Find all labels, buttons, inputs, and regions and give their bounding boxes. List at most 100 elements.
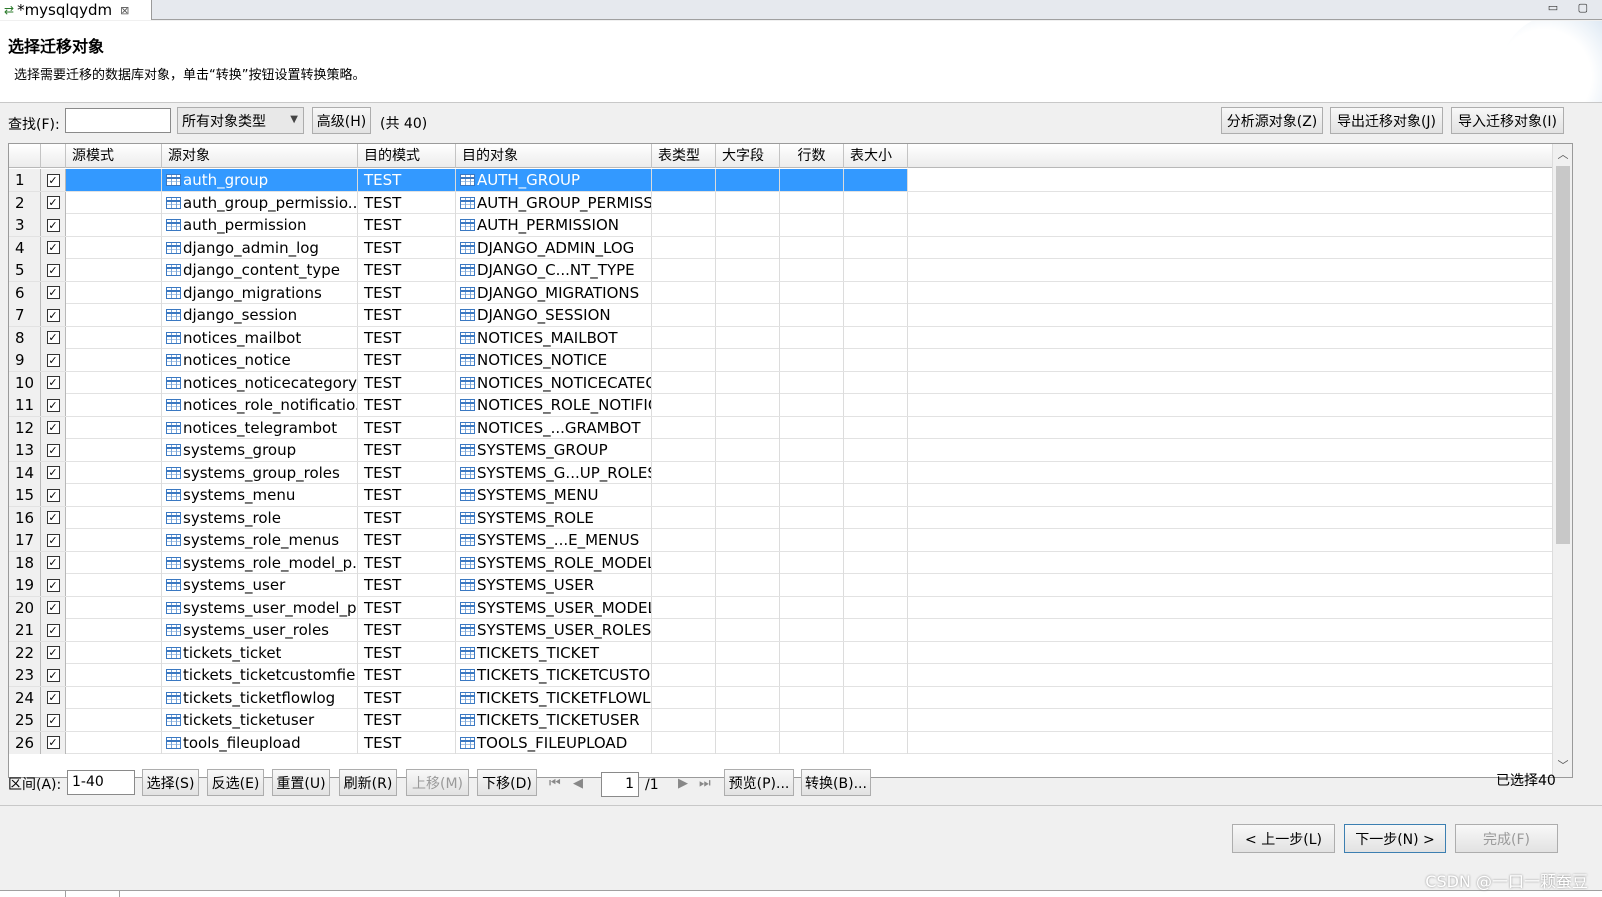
row-count-cell (780, 214, 844, 236)
row-checkbox[interactable]: ✓ (46, 713, 60, 727)
close-icon[interactable]: ⊠ (120, 4, 129, 17)
row-checkbox[interactable]: ✓ (46, 601, 60, 614)
find-input[interactable] (65, 108, 171, 133)
range-input[interactable]: 1-40 (67, 770, 135, 795)
row-checkbox[interactable]: ✓ (46, 668, 60, 682)
finish-button[interactable]: 完成(F) (1455, 824, 1558, 853)
next-page-icon[interactable]: ▶ (678, 776, 688, 791)
bottom-tab-1[interactable] (0, 891, 66, 897)
vertical-scrollbar[interactable]: ︿ ﹀ (1552, 144, 1572, 777)
analyze-source-button[interactable]: 分析源对象(Z) (1221, 107, 1323, 134)
col-header-table-size[interactable]: 表大小 (844, 144, 908, 168)
source-object-cell: notices_mailbot (162, 326, 358, 349)
table-row[interactable]: 19 ✓ systems_user TEST SYSTEMS_USER (9, 574, 1554, 597)
bottom-tab-2[interactable] (66, 891, 120, 897)
export-objects-button[interactable]: 导出迁移对象(J) (1330, 107, 1443, 134)
table-row[interactable]: 4 ✓ django_admin_log TEST DJANGO_ADMIN_LOG (9, 236, 1554, 259)
move-up-button[interactable]: 上移(M) (406, 769, 469, 796)
last-page-icon[interactable]: ⏭ (699, 776, 711, 791)
row-checkbox[interactable]: ✓ (46, 331, 60, 344)
table-row[interactable]: 7 ✓ django_session TEST DJANGO_SESSION (9, 304, 1554, 327)
move-down-button[interactable]: 下移(D) (477, 769, 537, 796)
row-checkbox[interactable]: ✓ (46, 578, 60, 592)
target-object-name: TICKETS_TICKET (477, 643, 600, 662)
table-row[interactable]: 12 ✓ notices_telegrambot TEST NOTICES_...GRA… (9, 416, 1554, 439)
row-checkbox[interactable]: ✓ (46, 308, 60, 322)
prev-step-button[interactable]: < 上一步(L) (1232, 824, 1335, 853)
reset-button[interactable]: 重置(U) (272, 769, 330, 796)
table-row[interactable]: 21 ✓ systems_user_roles TEST SYSTEMS_USER_RO… (9, 619, 1554, 642)
table-row[interactable]: 22 ✓ tickets_ticket TEST TICKETS_TICKET (9, 641, 1554, 664)
table-row[interactable]: 14 ✓ systems_group_roles TEST SYSTEMS_G...UP… (9, 461, 1554, 484)
advanced-button[interactable]: 高级(H) (312, 107, 371, 134)
row-checkbox[interactable]: ✓ (46, 173, 60, 187)
table-row[interactable]: 18 ✓ systems_role_model_p... TEST SYSTEMS_RO… (9, 551, 1554, 574)
col-header-target-schema[interactable]: 目的模式 (358, 144, 456, 168)
table-row[interactable]: 5 ✓ django_content_type TEST DJANGO_C...NT_T… (9, 259, 1554, 282)
row-checkbox[interactable]: ✓ (46, 488, 60, 502)
table-row[interactable]: 6 ✓ django_migrations TEST DJANGO_MIGRATIONS (9, 281, 1554, 304)
row-checkbox[interactable]: ✓ (46, 691, 60, 704)
window-controls[interactable]: ▭ ▢ (1548, 1, 1596, 14)
editor-tab[interactable]: ⇄ *mysqlqydm ⊠ (0, 0, 152, 20)
table-row[interactable]: 11 ✓ notices_role_notificatio... TEST NOTICE… (9, 394, 1554, 417)
convert-button[interactable]: 转换(B)... (801, 769, 871, 796)
row-index: 12 (9, 416, 41, 439)
table-row[interactable]: 1 ✓ auth_group TEST AUTH_GROUP (9, 169, 1554, 192)
table-row[interactable]: 13 ✓ systems_group TEST SYSTEMS_GROUP (9, 439, 1554, 462)
object-type-select[interactable]: 所有对象类型 ▼ (177, 107, 304, 134)
refresh-button[interactable]: 刷新(R) (339, 769, 397, 796)
table-icon (166, 399, 181, 411)
invert-button[interactable]: 反选(E) (207, 769, 264, 796)
first-page-icon[interactable]: ⏮ (549, 776, 561, 791)
row-checkbox[interactable]: ✓ (46, 421, 60, 434)
row-checkbox[interactable]: ✓ (46, 533, 60, 547)
table-row[interactable]: 20 ✓ systems_user_model_p... TEST SYSTEMS_US… (9, 596, 1554, 619)
table-row[interactable]: 10 ✓ notices_noticecategory TEST NOTICES_NOT… (9, 371, 1554, 394)
row-checkbox[interactable]: ✓ (46, 398, 60, 412)
table-row[interactable]: 23 ✓ tickets_ticketcustomfie... TEST TICKETS… (9, 664, 1554, 687)
row-checkbox[interactable]: ✓ (46, 376, 60, 389)
row-checkbox[interactable]: ✓ (46, 443, 60, 457)
import-objects-button[interactable]: 导入迁移对象(I) (1451, 107, 1564, 134)
row-checkbox[interactable]: ✓ (46, 263, 60, 277)
row-count-cell (780, 169, 844, 191)
table-row[interactable]: 3 ✓ auth_permission TEST AUTH_PERMISSION (9, 214, 1554, 237)
col-header-source-object[interactable]: 源对象 (162, 144, 358, 168)
row-checkbox[interactable]: ✓ (46, 286, 60, 299)
prev-page-icon[interactable]: ◀ (573, 776, 583, 791)
col-header-row-count[interactable]: 行数 (780, 144, 844, 168)
row-checkbox[interactable]: ✓ (46, 241, 60, 254)
col-header-source-schema[interactable]: 源模式 (66, 144, 162, 168)
table-row[interactable]: 17 ✓ systems_role_menus TEST SYSTEMS_...E_ME… (9, 529, 1554, 552)
table-row[interactable]: 9 ✓ notices_notice TEST NOTICES_NOTICE (9, 349, 1554, 372)
source-schema-cell (66, 619, 162, 641)
table-row[interactable]: 25 ✓ tickets_ticketuser TEST TICKETS_TICKETU… (9, 709, 1554, 732)
table-row[interactable]: 16 ✓ systems_role TEST SYSTEMS_ROLE (9, 506, 1554, 529)
row-checkbox[interactable]: ✓ (46, 466, 60, 479)
row-checkbox[interactable]: ✓ (46, 623, 60, 637)
col-header-large-field[interactable]: 大字段 (716, 144, 780, 168)
select-button[interactable]: 选择(S) (142, 769, 199, 796)
row-checkbox[interactable]: ✓ (46, 646, 60, 659)
col-header-target-object[interactable]: 目的对象 (456, 144, 652, 168)
col-header-table-type[interactable]: 表类型 (652, 144, 716, 168)
row-checkbox[interactable]: ✓ (46, 196, 60, 209)
page-input[interactable]: 1 (601, 772, 639, 797)
row-checkbox[interactable]: ✓ (46, 736, 60, 749)
scrollbar-thumb[interactable] (1556, 166, 1570, 544)
table-row[interactable]: 8 ✓ notices_mailbot TEST NOTICES_MAILBOT (9, 326, 1554, 349)
table-row[interactable]: 15 ✓ systems_menu TEST SYSTEMS_MENU (9, 484, 1554, 507)
table-row[interactable]: 2 ✓ auth_group_permissio... TEST AUTH_GROUP_… (9, 191, 1554, 214)
row-checkbox[interactable]: ✓ (46, 353, 60, 367)
row-checkbox[interactable]: ✓ (46, 218, 60, 232)
preview-button[interactable]: 预览(P)... (724, 769, 794, 796)
scroll-up-icon[interactable]: ︿ (1553, 146, 1572, 164)
target-object-cell: SYSTEMS_...E_MENUS (456, 529, 652, 551)
next-step-button[interactable]: 下一步(N) > (1344, 824, 1446, 853)
row-checkbox[interactable]: ✓ (46, 556, 60, 569)
table-row[interactable]: 24 ✓ tickets_ticketflowlog TEST TICKETS_TICK… (9, 686, 1554, 709)
row-checkbox[interactable]: ✓ (46, 511, 60, 524)
table-row[interactable]: 26 ✓ tools_fileupload TEST TOOLS_FILEUPLOAD (9, 731, 1554, 754)
row-index: 10 (9, 371, 41, 394)
